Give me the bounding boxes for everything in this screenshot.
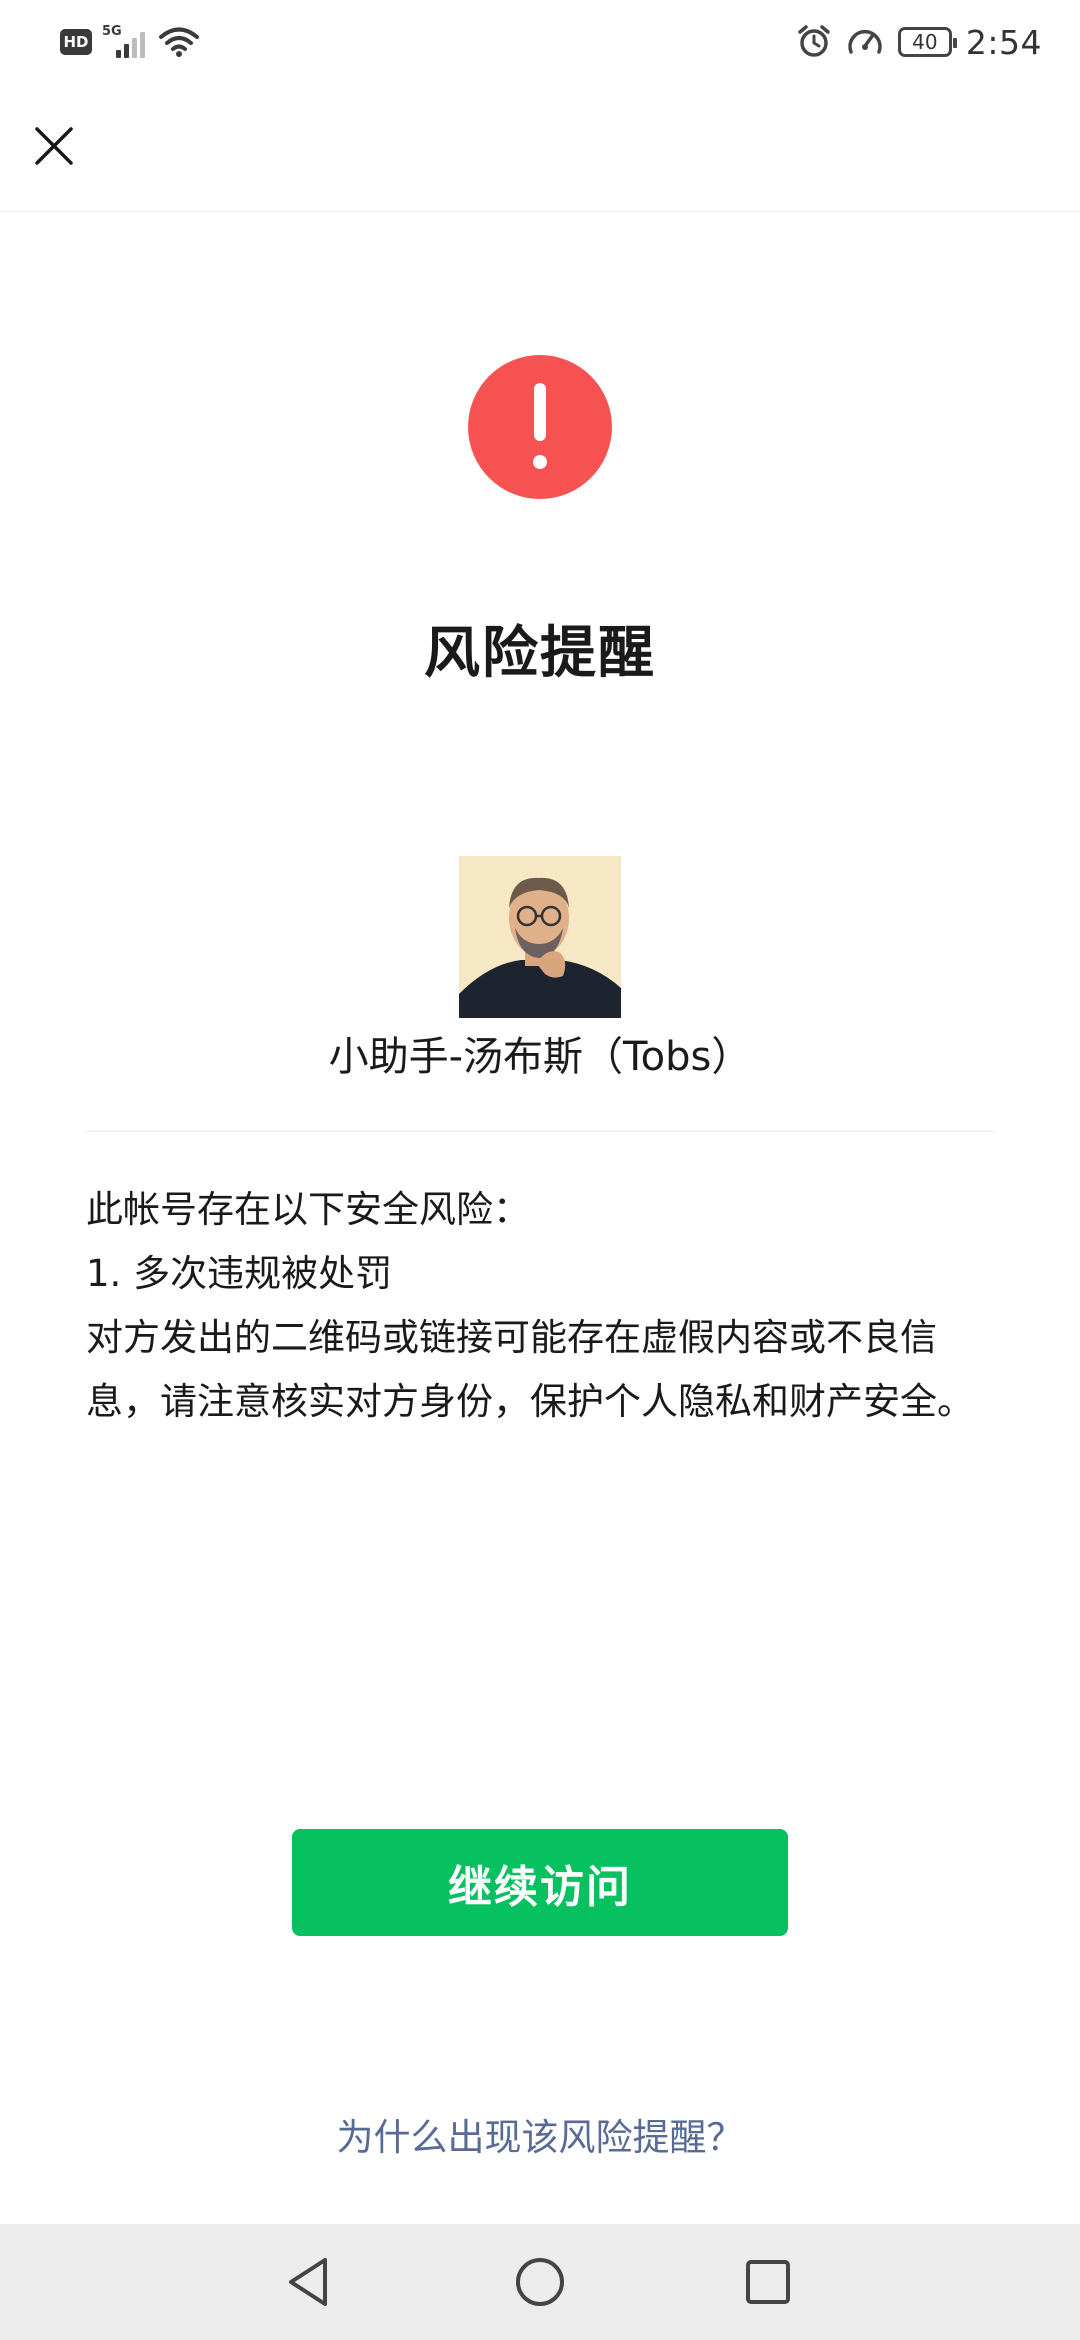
recents-icon bbox=[746, 2260, 790, 2304]
alarm-icon bbox=[798, 25, 830, 57]
avatar bbox=[459, 856, 621, 1018]
status-time: 2:54 bbox=[965, 22, 1042, 62]
wifi-icon bbox=[159, 27, 199, 57]
continue-button[interactable]: 继续访问 bbox=[292, 1829, 788, 1936]
battery-icon: 40 bbox=[897, 27, 957, 57]
status-right: 40 2:54 bbox=[796, 18, 1042, 66]
home-button[interactable] bbox=[504, 2246, 576, 2318]
status-left: HD 5G bbox=[60, 22, 200, 62]
network-type: 5G bbox=[102, 24, 122, 39]
page-title: 风险提醒 bbox=[424, 621, 656, 686]
top-nav bbox=[0, 84, 1080, 212]
account-name: 小助手-汤布斯（Tobs） bbox=[328, 1034, 752, 1080]
risk-item: 1. 多次违规被处罚 bbox=[86, 1252, 393, 1295]
close-icon bbox=[35, 127, 73, 165]
divider bbox=[86, 1131, 994, 1132]
signal-icon: 5G bbox=[102, 24, 148, 60]
status-bar: HD 5G 40 2:54 bbox=[0, 0, 1080, 84]
battery-level: 40 bbox=[912, 30, 938, 54]
back-icon bbox=[289, 2258, 327, 2306]
risk-heading: 此帐号存在以下安全风险： bbox=[86, 1188, 530, 1231]
risk-description: 对方发出的二维码或链接可能存在虚假内容或不良信息，请注意核实对方身份，保护个人隐… bbox=[86, 1316, 974, 1423]
warning-icon bbox=[468, 355, 612, 499]
home-icon bbox=[516, 2258, 564, 2306]
close-button[interactable] bbox=[22, 114, 86, 178]
system-nav-bar bbox=[0, 2224, 1080, 2340]
why-risk-link[interactable]: 为什么出现该风险提醒？ bbox=[0, 2107, 1080, 2161]
hd-icon: HD bbox=[60, 29, 92, 55]
speed-icon bbox=[848, 29, 882, 54]
risk-info: 此帐号存在以下安全风险： 1. 多次违规被处罚 对方发出的二维码或链接可能存在虚… bbox=[86, 1178, 1006, 1434]
recents-button[interactable] bbox=[732, 2246, 804, 2318]
back-button[interactable] bbox=[272, 2246, 344, 2318]
